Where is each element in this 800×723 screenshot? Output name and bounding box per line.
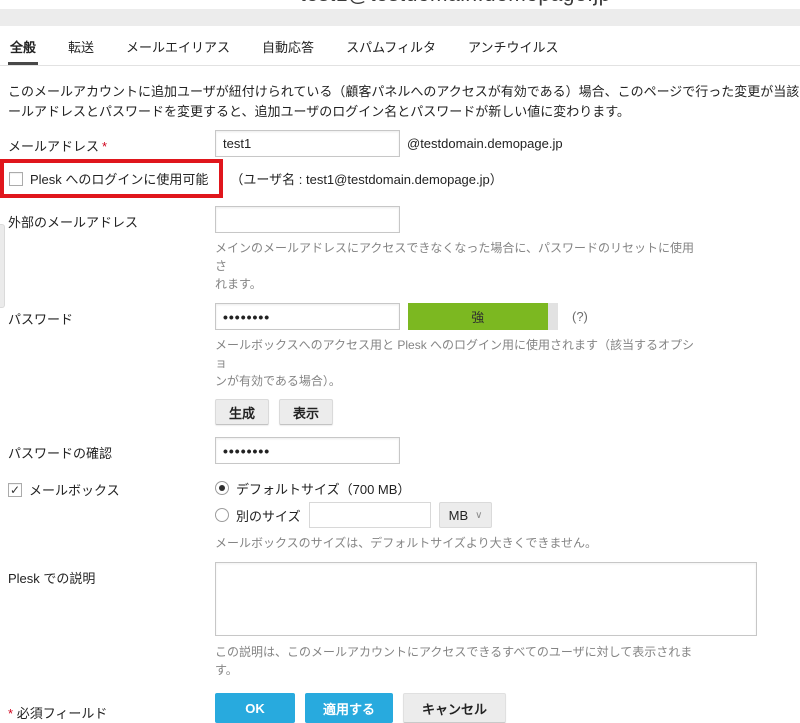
apply-button[interactable]: 適用する xyxy=(305,693,393,723)
email-input[interactable] xyxy=(215,130,400,157)
collapsed-panel-edge xyxy=(0,224,5,308)
show-password-button[interactable]: 表示 xyxy=(279,399,333,425)
size-unit-select[interactable]: MB ∨ xyxy=(439,502,493,528)
generate-password-button[interactable]: 生成 xyxy=(215,399,269,425)
tab-mail-aliases[interactable]: メールエイリアス xyxy=(124,32,232,65)
description-row: Plesk での説明 この説明は、このメールアカウントにアクセスできるすべてのユ… xyxy=(8,562,792,679)
other-size-radio[interactable] xyxy=(215,508,229,522)
mailbox-label: メールボックス xyxy=(29,480,120,499)
other-size-label: 別のサイズ xyxy=(236,506,301,525)
tab-antivirus[interactable]: アンチウイルス xyxy=(466,32,560,65)
email-row: メールアドレス* @testdomain.demopage.jp xyxy=(8,130,792,157)
plesk-login-row: Plesk へのログインに使用可能 （ユーザ名 : test1@testdoma… xyxy=(8,159,792,198)
mailbox-checkbox[interactable]: ✓ xyxy=(8,483,22,497)
footer-row: * 必須フィールド OK 適用する キャンセル xyxy=(8,693,792,723)
mailbox-help: メールボックスのサイズは、デフォルトサイズより大きくできません。 xyxy=(215,534,695,552)
password-row: パスワード 強 (?) メールボックスへのアクセス用と Plesk へのログイン… xyxy=(8,303,792,425)
password-strength-fill: 強 xyxy=(408,303,548,330)
email-label: メールアドレス* xyxy=(8,130,215,155)
external-email-label: 外部のメールアドレス xyxy=(8,206,215,231)
password-help: メールボックスへのアクセス用と Plesk へのログイン用に使用されます（該当す… xyxy=(215,336,695,390)
description-textarea[interactable] xyxy=(215,562,757,636)
password-confirm-row: パスワードの確認 xyxy=(8,437,792,464)
password-input[interactable] xyxy=(215,303,400,330)
external-email-row: 外部のメールアドレス メインのメールアドレスにアクセスできなくなった場合に、パス… xyxy=(8,206,792,293)
description-label: Plesk での説明 xyxy=(8,562,215,587)
plesk-login-label: Plesk へのログインに使用可能 xyxy=(30,169,208,188)
username-note: （ユーザ名 : test1@testdomain.demopage.jp） xyxy=(230,169,502,188)
tab-general[interactable]: 全般 xyxy=(8,32,38,65)
page-title: test1@testdomain.demopage.jp xyxy=(300,0,611,7)
required-note: * 必須フィールド xyxy=(8,693,215,722)
password-confirm-input[interactable] xyxy=(215,437,400,464)
email-domain-suffix: @testdomain.demopage.jp xyxy=(407,136,563,151)
chevron-down-icon: ∨ xyxy=(475,510,482,521)
ok-button[interactable]: OK xyxy=(215,693,295,723)
tab-spam-filter[interactable]: スパムフィルタ xyxy=(344,32,438,65)
password-help-icon[interactable]: (?) xyxy=(572,309,588,324)
cancel-button[interactable]: キャンセル xyxy=(403,693,506,723)
intro-text: このメールアカウントに追加ユーザが紐付けられている（顧客パネルへのアクセスが有効… xyxy=(8,82,792,122)
other-size-input[interactable] xyxy=(309,502,431,528)
password-strength-label: 強 xyxy=(471,307,484,326)
tab-forwarding[interactable]: 転送 xyxy=(66,32,96,65)
required-asterisk: * xyxy=(102,139,107,154)
highlight-annotation: Plesk へのログインに使用可能 xyxy=(0,159,223,198)
description-help: この説明は、このメールアカウントにアクセスできるすべてのユーザに対して表示されま… xyxy=(215,643,695,679)
tab-auto-reply[interactable]: 自動応答 xyxy=(260,32,316,65)
page-title-clip: test1@testdomain.demopage.jp xyxy=(0,0,800,9)
external-email-input[interactable] xyxy=(215,206,400,233)
mailbox-row: ✓ メールボックス デフォルトサイズ（700 MB） 別のサイズ MB ∨ xyxy=(8,476,792,552)
required-note-asterisk: * xyxy=(8,706,13,721)
tab-bar: 全般 転送 メールエイリアス 自動応答 スパムフィルタ アンチウイルス xyxy=(0,32,800,66)
password-confirm-label: パスワードの確認 xyxy=(8,437,215,462)
default-size-radio[interactable] xyxy=(215,481,229,495)
required-note-text: 必須フィールド xyxy=(17,706,108,721)
toolbar-band xyxy=(0,9,800,26)
external-email-help: メインのメールアドレスにアクセスできなくなった場合に、パスワードのリセットに使用… xyxy=(215,239,695,293)
plesk-login-checkbox[interactable] xyxy=(9,172,23,186)
default-size-label: デフォルトサイズ（700 MB） xyxy=(236,479,410,498)
password-strength-meter: 強 xyxy=(408,303,558,330)
size-unit-value: MB xyxy=(449,508,469,523)
password-label: パスワード xyxy=(8,303,215,328)
